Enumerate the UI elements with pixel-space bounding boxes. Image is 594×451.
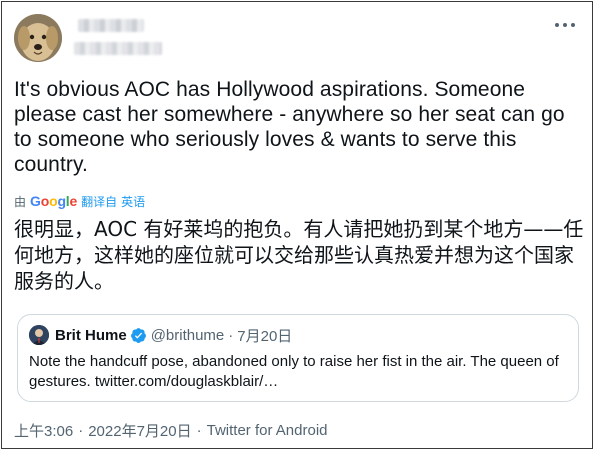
blurred-username	[74, 42, 162, 55]
translation-attribution: 由 Google 翻译自 英语	[14, 193, 145, 209]
quoted-user-name[interactable]: Brit Hume	[55, 327, 127, 344]
meta-separator: ·	[196, 422, 202, 439]
tweet-source[interactable]: Twitter for Android	[207, 422, 328, 439]
quoted-tweet-link[interactable]: twitter.com/douglaskblair/…	[95, 373, 278, 390]
tweet-date[interactable]: 2022年7月20日	[88, 420, 191, 441]
quoted-tweet-date[interactable]: 7月20日	[237, 325, 292, 346]
source-language-link[interactable]: 英语	[121, 193, 145, 210]
quoted-meta-separator: ·	[228, 326, 234, 344]
translated-tweet-text: 很明显，AOC 有好莱坞的抱负。有人请把她扔到某个地方——任何地方，这样她的座位…	[14, 217, 584, 293]
tweet-metadata: 上午3:06 · 2022年7月20日 · Twitter for Androi…	[14, 420, 328, 441]
quoted-user-avatar[interactable]	[29, 325, 49, 345]
google-logo: Google	[30, 193, 78, 209]
quoted-tweet[interactable]: Brit Hume @brithume · 7月20日 Note the han…	[17, 314, 579, 402]
tweet-text: It's obvious AOC has Hollywood aspiratio…	[14, 78, 565, 176]
quoted-tweet-text: Note the handcuff pose, abandoned only t…	[29, 352, 569, 392]
tweet-card: It's obvious AOC has Hollywood aspiratio…	[1, 1, 593, 449]
quoted-user-handle[interactable]: @brithume	[151, 327, 225, 344]
verified-badge-icon	[130, 327, 146, 343]
translated-from-label[interactable]: 翻译自	[81, 193, 117, 210]
tweet-time[interactable]: 上午3:06	[14, 420, 73, 441]
meta-separator: ·	[78, 422, 84, 439]
tweet-header	[14, 14, 580, 64]
translated-by-label: 由	[14, 194, 27, 209]
obscured-user-name[interactable]	[72, 17, 182, 61]
blurred-display-name	[78, 19, 144, 32]
user-avatar[interactable]	[14, 14, 62, 62]
more-horizontal-icon[interactable]	[554, 20, 576, 30]
quoted-tweet-header: Brit Hume @brithume · 7月20日	[29, 325, 568, 345]
